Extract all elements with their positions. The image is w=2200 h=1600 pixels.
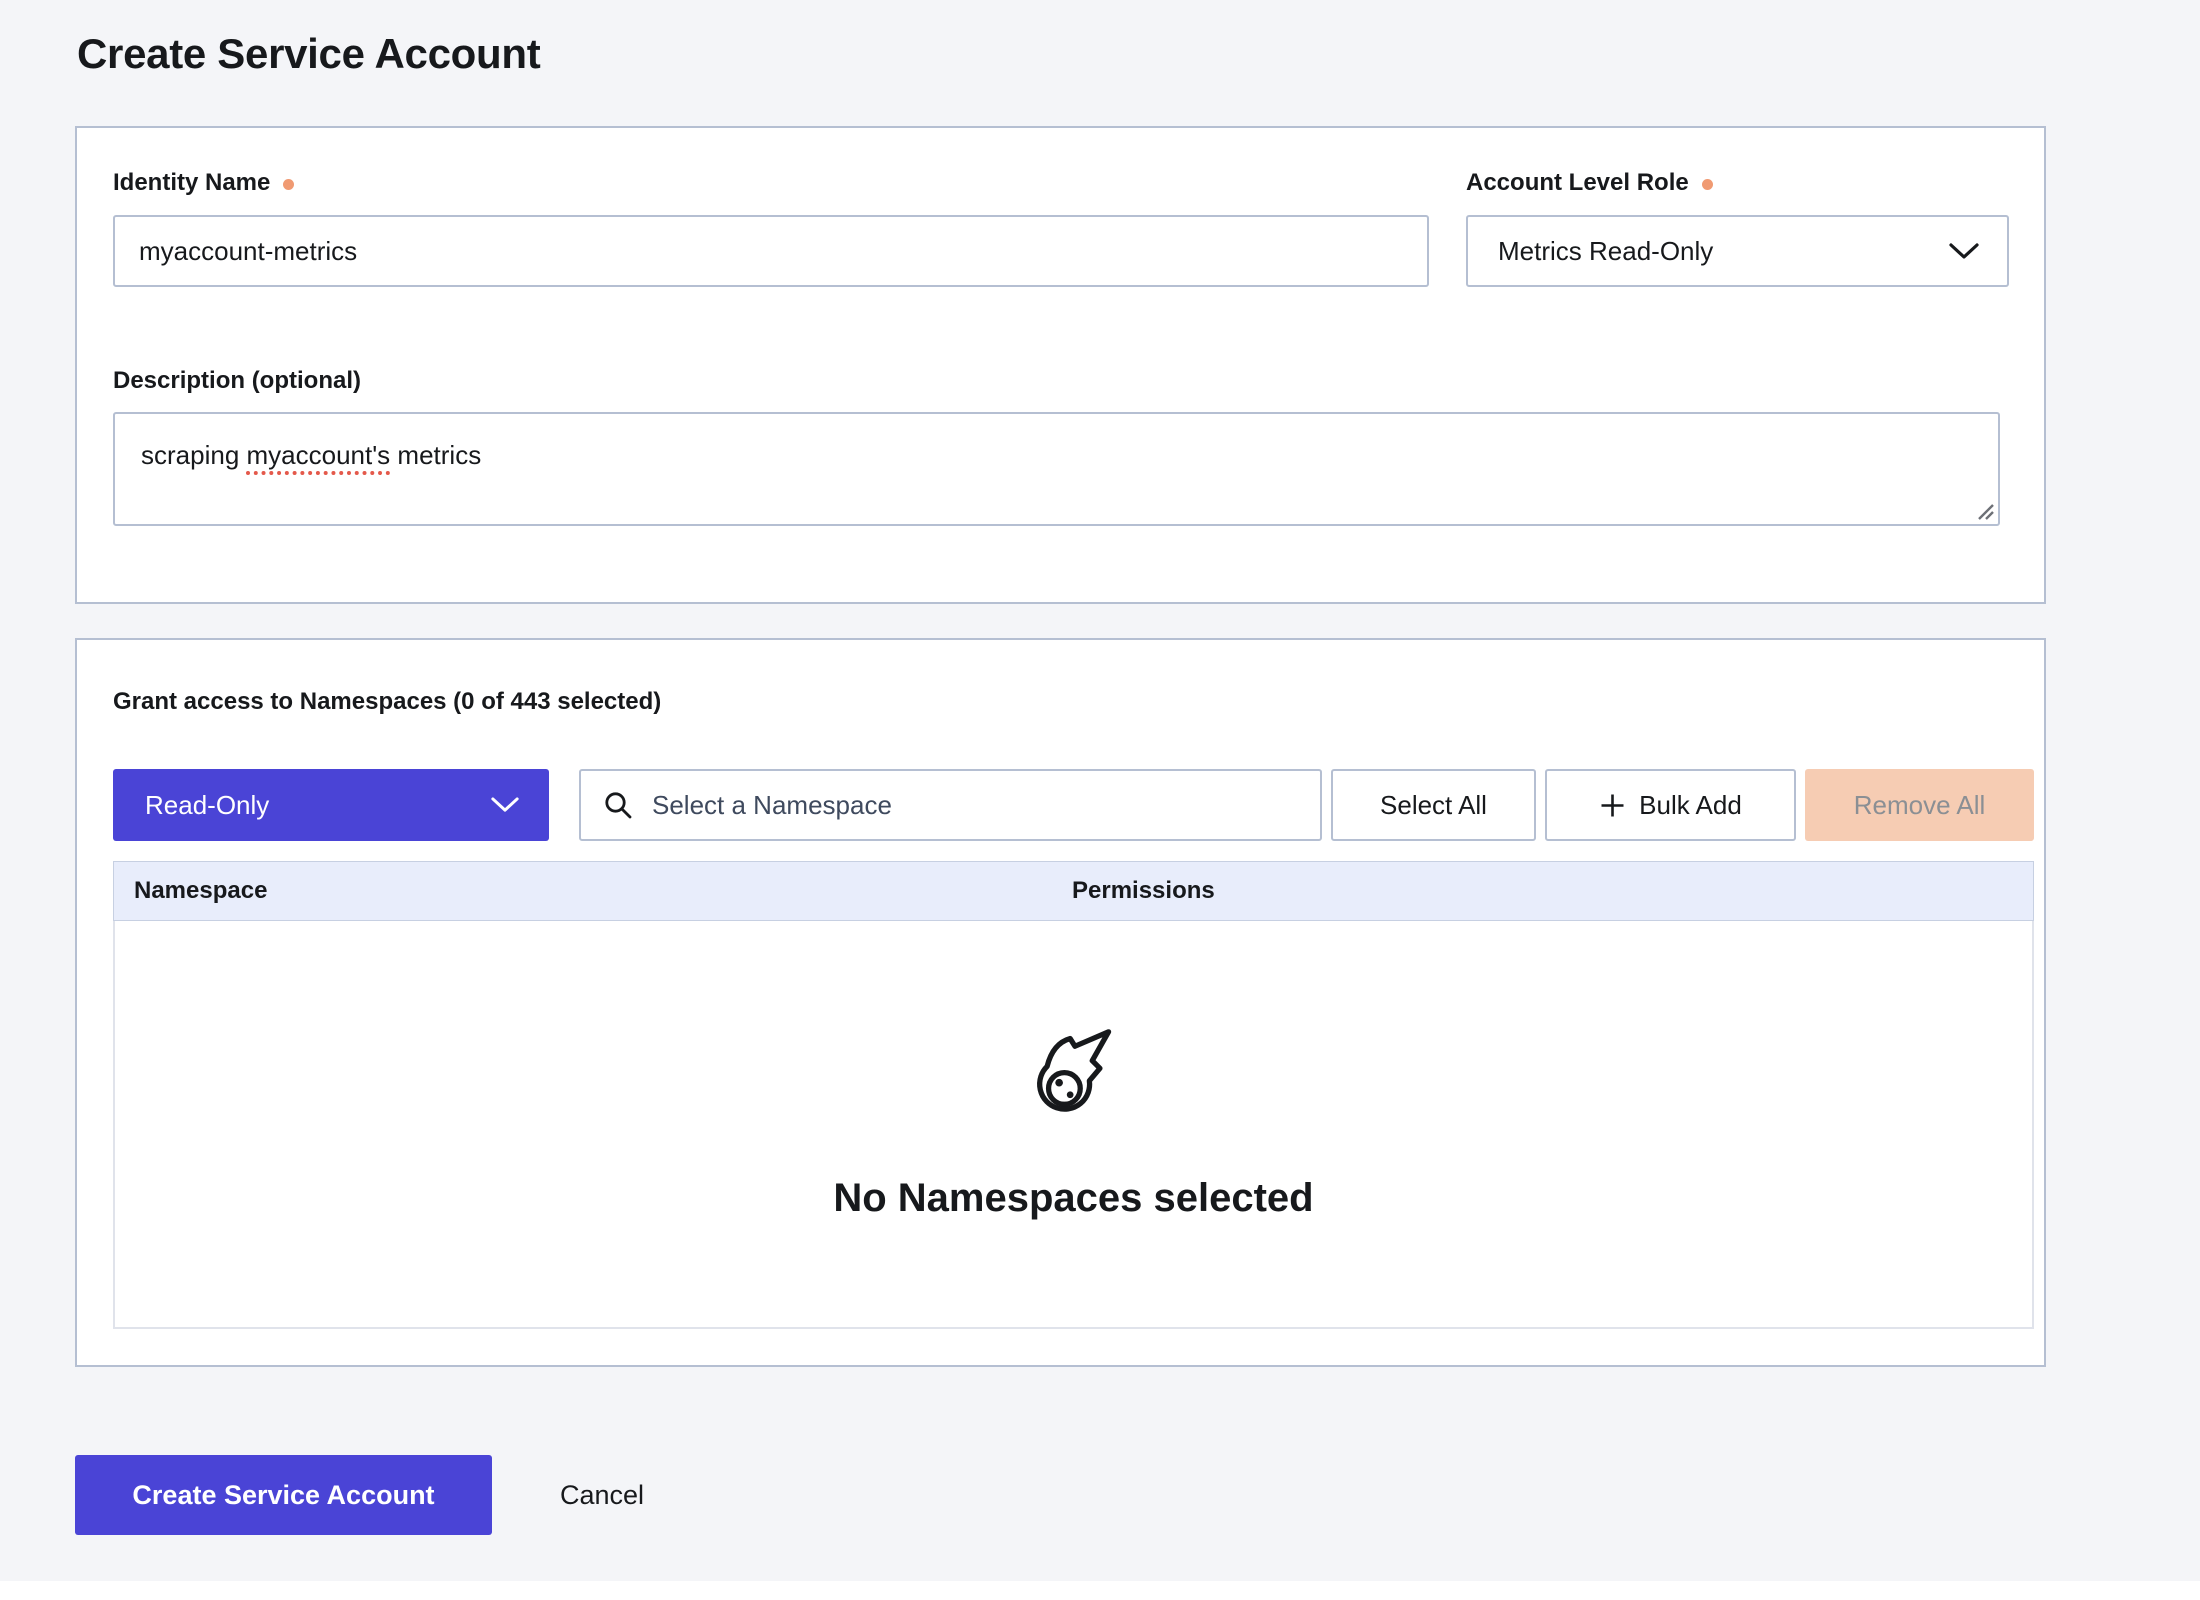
chevron-down-icon <box>1949 243 1979 260</box>
description-text-misspelled: myaccount's <box>247 440 391 470</box>
namespaces-table-body: No Namespaces selected <box>113 921 2034 1329</box>
description-field: Description (optional) scraping myaccoun… <box>113 366 2000 526</box>
required-dot-icon <box>1702 179 1713 190</box>
page-title: Create Service Account <box>77 30 540 78</box>
account-level-role-select[interactable]: Metrics Read-Only <box>1466 215 2009 287</box>
identity-name-field: Identity Name <box>113 168 1429 287</box>
select-all-button[interactable]: Select All <box>1331 769 1536 841</box>
account-level-role-field: Account Level Role Metrics Read-Only <box>1466 168 2009 287</box>
identity-name-input[interactable] <box>113 215 1429 287</box>
namespaces-toolbar: Read-Only Select All Bulk Add <box>113 769 2034 841</box>
description-text-prefix: scraping <box>141 440 247 470</box>
namespaces-card: Grant access to Namespaces (0 of 443 sel… <box>75 638 2046 1367</box>
namespace-search <box>579 769 1322 841</box>
plus-icon <box>1599 792 1626 819</box>
account-level-role-value: Metrics Read-Only <box>1498 236 1713 267</box>
cancel-button[interactable]: Cancel <box>560 1480 644 1511</box>
namespaces-table-header: Namespace Permissions <box>113 861 2034 921</box>
account-level-role-label: Account Level Role <box>1466 168 1689 198</box>
description-text-suffix: metrics <box>390 440 481 470</box>
namespace-search-input[interactable] <box>650 789 1298 822</box>
namespaces-table: Namespace Permissions No Namespaces sele… <box>113 861 2034 1329</box>
column-header-namespace: Namespace <box>134 877 267 905</box>
bulk-add-button[interactable]: Bulk Add <box>1545 769 1796 841</box>
bulk-add-label: Bulk Add <box>1639 790 1742 821</box>
service-account-form-card: Identity Name Account Level Role Metrics… <box>75 126 2046 604</box>
remove-all-button[interactable]: Remove All <box>1805 769 2034 841</box>
chevron-down-icon <box>491 797 519 813</box>
description-textarea[interactable]: scraping myaccount's metrics <box>113 412 2000 526</box>
namespaces-heading: Grant access to Namespaces (0 of 443 sel… <box>113 688 661 716</box>
create-service-account-page: Create Service Account Identity Name Acc… <box>0 0 2200 1600</box>
empty-state-text: No Namespaces selected <box>833 1176 1313 1221</box>
permission-select[interactable]: Read-Only <box>113 769 549 841</box>
required-dot-icon <box>283 179 294 190</box>
search-icon <box>603 790 633 820</box>
description-label: Description (optional) <box>113 366 361 396</box>
bottom-strip <box>0 1581 2200 1600</box>
column-header-permissions: Permissions <box>1072 877 1215 905</box>
comet-icon <box>1026 1028 1122 1124</box>
permission-select-value: Read-Only <box>145 790 269 821</box>
identity-name-label: Identity Name <box>113 168 270 198</box>
resize-handle-icon[interactable] <box>1973 499 1995 521</box>
create-service-account-button[interactable]: Create Service Account <box>75 1455 492 1535</box>
footer-actions: Create Service Account Cancel <box>75 1455 644 1535</box>
